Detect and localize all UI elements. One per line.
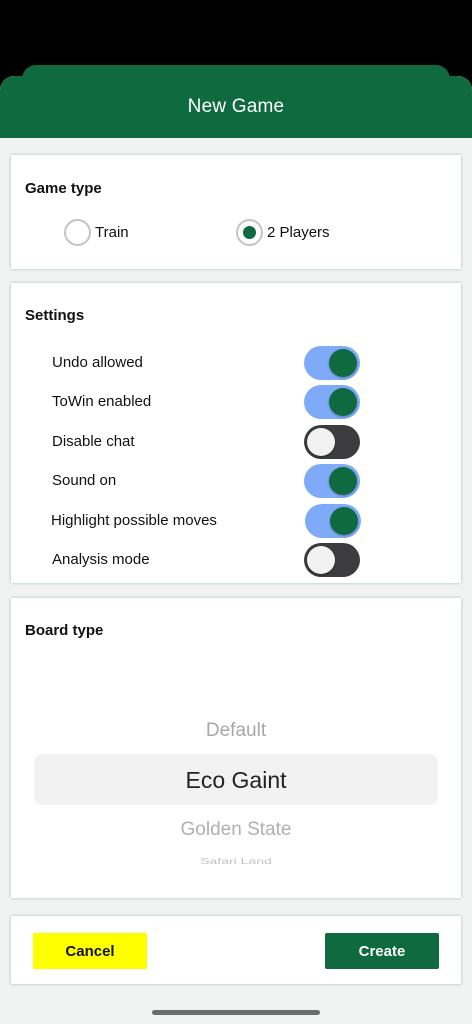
- sheet-content: Game type Train 2 Players Settings Undo …: [0, 138, 472, 1024]
- toggle-analysis-mode[interactable]: [304, 543, 360, 577]
- radio-two-players[interactable]: 2 Players: [236, 219, 330, 246]
- radio-train-label: Train: [95, 224, 129, 241]
- board-option-default[interactable]: Default: [11, 720, 461, 742]
- setting-label-disable-chat: Disable chat: [52, 433, 135, 450]
- board-option-eco-gaint[interactable]: Eco Gaint: [11, 767, 461, 794]
- board-type-title: Board type: [25, 622, 104, 639]
- toggle-knob: [329, 349, 357, 377]
- setting-label-sound: Sound on: [52, 472, 117, 489]
- home-indicator[interactable]: [152, 1010, 320, 1015]
- board-option-golden-state[interactable]: Golden State: [11, 819, 461, 841]
- sheet-header: New Game: [0, 76, 472, 138]
- radio-train[interactable]: Train: [64, 219, 129, 246]
- setting-row-towin: ToWin enabled: [11, 384, 461, 420]
- radio-train-indicator[interactable]: [64, 219, 91, 246]
- toggle-knob: [329, 467, 357, 495]
- toggle-disable-chat[interactable]: [304, 425, 360, 459]
- create-button[interactable]: Create: [325, 933, 439, 969]
- toggle-knob: [330, 507, 358, 535]
- toggle-knob: [307, 546, 335, 574]
- radio-two-players-indicator[interactable]: [236, 219, 263, 246]
- setting-row-undo: Undo allowed: [11, 345, 461, 381]
- toggle-highlight-moves[interactable]: [305, 504, 361, 538]
- setting-row-sound: Sound on: [11, 463, 461, 499]
- toggle-knob: [329, 388, 357, 416]
- board-type-card: Board type Default Eco Gaint Golden Stat…: [11, 598, 461, 898]
- settings-card: Settings Undo allowed ToWin enabled Disa…: [11, 283, 461, 583]
- setting-label-towin: ToWin enabled: [52, 393, 152, 410]
- settings-title: Settings: [25, 307, 85, 324]
- toggle-undo-allowed[interactable]: [304, 346, 360, 380]
- new-game-sheet: New Game Game type Train 2 Players Setti…: [0, 76, 472, 1024]
- setting-row-disable-chat: Disable chat: [11, 424, 461, 460]
- cancel-button[interactable]: Cancel: [33, 933, 147, 969]
- game-type-title: Game type: [25, 180, 102, 197]
- board-option-safari-land[interactable]: Safari Land: [11, 856, 461, 866]
- setting-label-highlight: Highlight possible moves: [51, 512, 217, 529]
- setting-label-undo: Undo allowed: [52, 354, 143, 371]
- toggle-knob: [307, 428, 335, 456]
- setting-row-highlight: Highlight possible moves: [11, 503, 461, 539]
- setting-row-analysis: Analysis mode: [11, 542, 461, 578]
- radio-two-players-label: 2 Players: [267, 224, 330, 241]
- actions-card: Cancel Create: [11, 916, 461, 984]
- toggle-towin-enabled[interactable]: [304, 385, 360, 419]
- setting-label-analysis: Analysis mode: [52, 551, 150, 568]
- toggle-sound-on[interactable]: [304, 464, 360, 498]
- game-type-card: Game type Train 2 Players: [11, 155, 461, 269]
- page-title: New Game: [187, 96, 285, 117]
